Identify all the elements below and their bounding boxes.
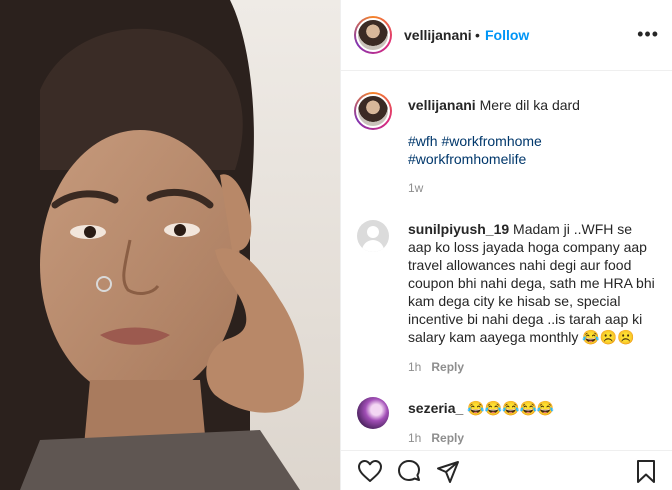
comment-text: Madam ji ..WFH se aap ko loss jayada hog… [408,221,655,345]
reply-button[interactable]: Reply [431,431,464,445]
comment-meta: 1h Reply [408,431,464,445]
caption-body: vellijanani Mere dil ka dard [408,96,658,114]
caption-username[interactable]: vellijanani [408,97,476,113]
author-avatar[interactable] [354,16,392,54]
action-bar [341,450,672,490]
bookmark-icon[interactable] [635,459,657,485]
comment-text: 😂😂😂😂😂 [467,400,555,416]
comment-body: sunilpiyush_19 Madam ji ..WFH se aap ko … [408,220,658,346]
caption-hashtags: #wfh #workfromhome #workfromhomelife [408,132,658,168]
post-details-panel: vellijanani • Follow ••• vellijanani Mer… [340,0,672,490]
comment-age[interactable]: 1h [408,360,421,374]
separator-dot: • [475,27,480,43]
comment-age[interactable]: 1h [408,431,421,445]
follow-button[interactable]: Follow [485,27,529,43]
comment-username[interactable]: sunilpiyush_19 [408,221,509,237]
author-username[interactable]: vellijanani [404,27,472,43]
hashtag-link[interactable]: #wfh [408,133,438,149]
hashtag-link[interactable]: #workfromhome [441,133,541,149]
caption-avatar[interactable] [354,92,392,130]
hashtag-link[interactable]: #workfromhomelife [408,151,526,167]
caption-text: Mere dil ka dard [479,97,580,113]
caption-age[interactable]: 1w [408,181,423,195]
commenter-avatar[interactable] [357,397,389,429]
comment-meta: 1h Reply [408,360,464,374]
selfie-illustration [0,0,340,490]
commenter-avatar-placeholder[interactable] [357,220,389,252]
heart-icon[interactable] [357,459,383,483]
comment-body: sezeria_ 😂😂😂😂😂 [408,399,658,417]
more-options-icon[interactable]: ••• [637,24,659,45]
comment-icon[interactable] [396,459,422,485]
comments-list[interactable]: vellijanani Mere dil ka dard #wfh #workf… [341,72,672,450]
comment-username[interactable]: sezeria_ [408,400,463,416]
post-header: vellijanani • Follow ••• [341,0,672,71]
reply-button[interactable]: Reply [431,360,464,374]
post-image[interactable] [0,0,340,490]
share-icon[interactable] [435,459,461,485]
